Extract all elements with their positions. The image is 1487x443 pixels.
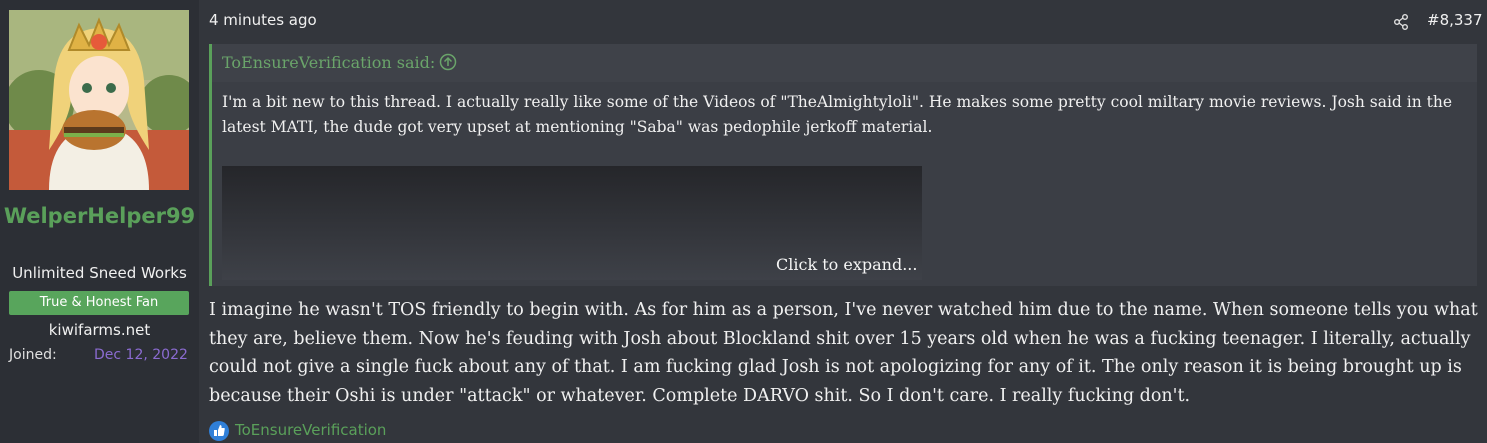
quote-block: ToEnsureVerification said: I'm a bit new…	[209, 44, 1477, 286]
thumbs-up-icon[interactable]	[209, 421, 229, 441]
quote-header: ToEnsureVerification said:	[212, 44, 1477, 82]
click-to-expand-link[interactable]: Click to expand...	[776, 255, 917, 274]
user-site: kiwifarms.net	[48, 321, 151, 339]
joined-date: Dec 12, 2022	[94, 347, 188, 363]
avatar-image	[9, 10, 189, 190]
username[interactable]: WelperHelper99	[0, 202, 199, 231]
avatar[interactable]	[9, 10, 189, 190]
post-number-link[interactable]: #8,337	[1427, 11, 1483, 29]
post-user-sidebar: WelperHelper99 Unlimited Sneed Works Tru…	[0, 0, 199, 443]
reaction-user-link[interactable]: ToEnsureVerification	[235, 421, 386, 439]
quote-author-link[interactable]: ToEnsureVerification said:	[222, 53, 435, 72]
post-timestamp[interactable]: 4 minutes ago	[209, 11, 317, 29]
post-body-text: I imagine he wasn't TOS friendly to begi…	[209, 300, 1478, 406]
quote-text: I'm a bit new to this thread. I actually…	[222, 93, 1453, 136]
joined-label: Joined:	[9, 347, 57, 363]
share-icon[interactable]	[1392, 13, 1410, 31]
arrow-up-circle-icon[interactable]	[439, 53, 457, 71]
user-banner: True & Honest Fan	[9, 291, 189, 315]
user-title: Unlimited Sneed Works	[12, 264, 187, 282]
